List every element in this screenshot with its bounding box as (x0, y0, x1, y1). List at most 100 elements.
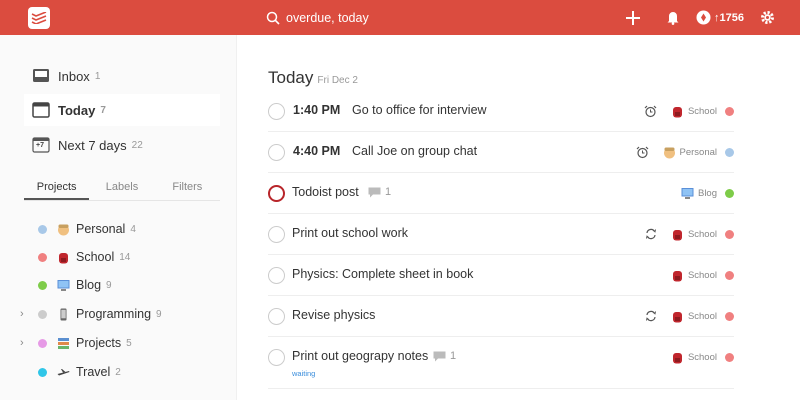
project-count: 2 (115, 366, 121, 378)
task-row[interactable]: Revise physics School (268, 295, 734, 337)
alarm-icon (644, 105, 657, 117)
backpack-icon (672, 229, 682, 240)
task-title: Physics: Complete sheet in book (292, 267, 474, 281)
alarm-icon (636, 146, 648, 158)
sidebar-item-today[interactable]: Today 7 (24, 94, 220, 126)
comment-icon (368, 187, 381, 197)
notifications-button[interactable] (660, 0, 686, 35)
repeat-icon (645, 228, 656, 240)
task-row[interactable]: 4:40 PM Call Joe on group chat Personal (268, 131, 734, 173)
task-title: Todoist post (292, 185, 359, 199)
task-time: 4:40 PM (293, 144, 341, 158)
task-row[interactable]: 1:40 PM Go to office for interview Schoo… (268, 90, 734, 132)
project-color-dot (725, 147, 734, 157)
repeat-icon (645, 310, 656, 322)
project-item-blog[interactable]: Blog 9 (24, 271, 220, 299)
project-item-projects[interactable]: › Projects 5 (20, 329, 220, 357)
comment-count: 1 (385, 186, 392, 198)
task-label-waiting[interactable]: waiting (292, 369, 315, 378)
project-color-dot (725, 311, 734, 321)
chevron-right-icon[interactable]: › (20, 337, 24, 349)
search-icon (266, 11, 280, 25)
task-checkbox[interactable] (268, 349, 285, 366)
project-color-dot (725, 270, 734, 280)
project-item-programming[interactable]: › Programming 9 (20, 300, 220, 328)
sidebar: Inbox 1 Today 7 +7 Next 7 days 22 Projec… (0, 35, 237, 400)
task-comments[interactable]: 1 (368, 186, 391, 198)
person-icon (57, 223, 70, 236)
project-color-dot (38, 280, 47, 290)
settings-button[interactable] (754, 0, 780, 35)
project-color-dot (38, 338, 47, 348)
project-item-school[interactable]: School 14 (24, 243, 220, 271)
task-title: Revise physics (292, 308, 376, 322)
comment-icon (433, 351, 446, 361)
project-color-dot (725, 229, 734, 239)
project-color-dot (38, 309, 47, 319)
karma-score: ↑1756 (714, 11, 744, 24)
sidebar-item-count: 1 (94, 70, 101, 82)
sidebar-item-count: 7 (100, 104, 106, 116)
task-row[interactable]: Todoist post 1 Blog (268, 172, 734, 214)
task-checkbox[interactable] (268, 144, 285, 161)
project-color-dot (725, 188, 734, 198)
task-checkbox-priority[interactable] (268, 185, 285, 202)
project-label: Programming (76, 307, 152, 321)
sidebar-item-label: Next 7 days (58, 137, 127, 153)
top-bar: overdue, today ↑1756 (0, 0, 800, 35)
airplane-icon (57, 366, 70, 379)
task-comments[interactable]: 1 (433, 350, 456, 362)
todoist-logo-icon[interactable] (28, 7, 50, 29)
task-project[interactable]: School (688, 311, 717, 322)
page-date: Fri Dec 2 (317, 75, 358, 86)
project-color-dot (725, 106, 734, 116)
calendar-today-icon (32, 101, 50, 119)
task-project[interactable]: Blog (698, 188, 717, 199)
search-input[interactable]: overdue, today (266, 8, 369, 28)
project-color-dot (725, 352, 734, 362)
task-project[interactable]: Personal (680, 147, 718, 158)
project-item-travel[interactable]: Travel 2 (24, 358, 220, 386)
task-row[interactable]: Print out school work School (268, 213, 734, 255)
project-count: 9 (106, 279, 112, 291)
project-label: Travel (76, 365, 111, 379)
phone-icon (57, 308, 70, 321)
task-checkbox[interactable] (268, 103, 285, 120)
task-checkbox[interactable] (268, 308, 285, 325)
sidebar-item-inbox[interactable]: Inbox 1 (24, 60, 220, 92)
task-title: Go to office for interview (352, 103, 487, 117)
tab-filters[interactable]: Filters (155, 174, 220, 200)
karma-icon (696, 10, 711, 25)
backpack-icon (57, 251, 70, 264)
project-count: 9 (156, 308, 162, 320)
plus-icon (626, 10, 641, 25)
project-count: 4 (130, 223, 136, 235)
project-color-dot (38, 367, 47, 377)
sidebar-item-label: Today (58, 102, 96, 118)
project-label: Personal (76, 222, 126, 236)
project-count: 5 (126, 337, 132, 349)
chevron-right-icon[interactable]: › (20, 308, 24, 320)
search-text: overdue, today (286, 11, 369, 25)
task-checkbox[interactable] (268, 267, 285, 284)
comment-count: 1 (450, 350, 457, 362)
page-title-text: Today (268, 68, 314, 87)
task-checkbox[interactable] (268, 226, 285, 243)
sidebar-item-next-7-days[interactable]: +7 Next 7 days 22 (24, 129, 220, 161)
computer-icon (681, 187, 694, 199)
karma-button[interactable]: ↑1756 (686, 10, 754, 25)
task-row[interactable]: Physics: Complete sheet in book School (268, 254, 734, 296)
project-count: 14 (119, 251, 131, 263)
backpack-icon (672, 106, 682, 117)
tab-projects[interactable]: Projects (24, 174, 90, 200)
task-project[interactable]: School (688, 106, 717, 117)
task-project[interactable]: School (688, 352, 717, 363)
tab-labels[interactable]: Labels (89, 174, 154, 200)
task-project[interactable]: School (688, 229, 717, 240)
calendar-week-icon: +7 (32, 136, 50, 154)
sidebar-item-label: Inbox (58, 68, 90, 84)
add-task-button[interactable] (620, 0, 646, 35)
project-item-personal[interactable]: Personal 4 (24, 215, 220, 243)
task-row[interactable]: Print out geograpy notes 1 waiting Schoo… (268, 336, 734, 389)
task-project[interactable]: School (688, 270, 717, 281)
